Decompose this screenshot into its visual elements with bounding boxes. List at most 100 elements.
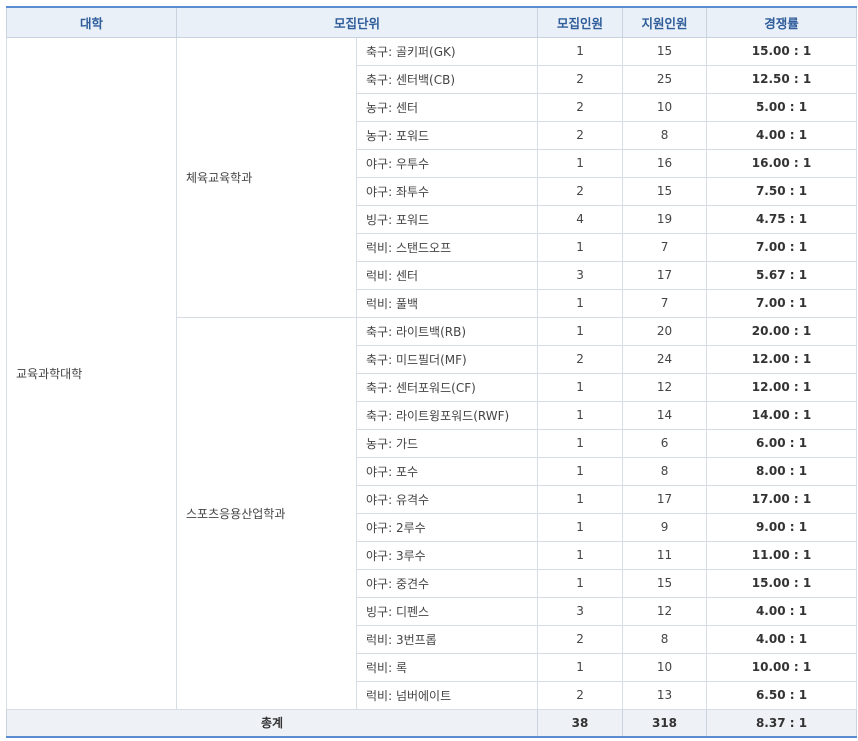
unit-cell: 축구: 미드필더(MF): [355, 344, 539, 374]
recruit-cell: 1: [537, 484, 624, 514]
department-cell: 스포츠응용산업학과: [176, 316, 357, 710]
recruit-cell: 1: [537, 148, 624, 178]
recruit-cell: 1: [537, 428, 624, 458]
header-recruit-count: 모집인원: [537, 6, 624, 38]
apply-cell: 7: [622, 288, 708, 318]
apply-cell: 12: [622, 372, 708, 402]
total-label: 총계: [5, 708, 539, 738]
ratio-cell: 11.00 : 1: [706, 540, 858, 570]
ratio-cell: 4.00 : 1: [706, 624, 858, 654]
recruit-cell: 1: [537, 652, 624, 682]
unit-cell: 축구: 라이트윙포워드(RWF): [355, 400, 539, 430]
recruit-cell: 2: [537, 680, 624, 710]
apply-cell: 8: [622, 120, 708, 150]
ratio-cell: 5.00 : 1: [706, 92, 858, 122]
ratio-cell: 12.00 : 1: [706, 372, 858, 402]
ratio-cell: 12.00 : 1: [706, 344, 858, 374]
apply-cell: 8: [622, 624, 708, 654]
apply-cell: 17: [622, 260, 708, 290]
unit-cell: 럭비: 3번프롭: [355, 624, 539, 654]
apply-cell: 25: [622, 64, 708, 94]
apply-cell: 13: [622, 680, 708, 710]
recruit-cell: 4: [537, 204, 624, 234]
table-body: 교육과학대학 체육교육학과 축구: 골키퍼(GK) 1 15 15.00 : 1 축구: 센…: [6, 36, 858, 710]
recruit-cell: 2: [537, 120, 624, 150]
college-cell: 교육과학대학: [6, 36, 177, 710]
apply-cell: 10: [622, 652, 708, 682]
ratio-cell: 16.00 : 1: [706, 148, 858, 178]
total-ratio: 8.37 : 1: [706, 708, 858, 738]
ratio-cell: 6.50 : 1: [706, 680, 858, 710]
ratio-cell: 7.00 : 1: [706, 232, 858, 262]
unit-cell: 럭비: 센터: [355, 260, 539, 290]
table-row: 교육과학대학 체육교육학과 축구: 골키퍼(GK) 1 15 15.00 : 1: [6, 36, 858, 710]
apply-cell: 9: [622, 512, 708, 542]
recruit-cell: 1: [537, 568, 624, 598]
unit-cell: 농구: 포워드: [355, 120, 539, 150]
recruit-cell: 3: [537, 260, 624, 290]
header-college: 대학: [6, 6, 177, 38]
apply-cell: 11: [622, 540, 708, 570]
unit-cell: 축구: 센터백(CB): [355, 64, 539, 94]
admissions-competition-table: 대학 모집단위 모집인원 지원인원 경쟁률 교육과학대학 체육교육학과 축구: 골키…: [5, 6, 858, 738]
total-apply: 318: [622, 708, 708, 738]
recruit-cell: 2: [537, 64, 624, 94]
apply-cell: 8: [622, 456, 708, 486]
apply-cell: 12: [622, 596, 708, 626]
apply-cell: 16: [622, 148, 708, 178]
apply-cell: 7: [622, 232, 708, 262]
ratio-cell: 12.50 : 1: [706, 64, 858, 94]
table-header-row: 대학 모집단위 모집인원 지원인원 경쟁률: [6, 6, 858, 38]
ratio-cell: 5.67 : 1: [706, 260, 858, 290]
ratio-cell: 20.00 : 1: [706, 316, 858, 346]
unit-cell: 빙구: 포워드: [355, 204, 539, 234]
apply-cell: 15: [622, 568, 708, 598]
unit-cell: 야구: 3루수: [355, 540, 539, 570]
department-cell: 체육교육학과: [176, 36, 357, 318]
recruit-cell: 1: [537, 540, 624, 570]
ratio-cell: 15.00 : 1: [706, 36, 858, 66]
recruit-cell: 1: [537, 232, 624, 262]
header-competition-ratio: 경쟁률: [706, 6, 858, 38]
header-recruit-unit: 모집단위: [175, 6, 539, 38]
unit-cell: 야구: 2루수: [355, 512, 539, 542]
apply-cell: 10: [622, 92, 708, 122]
ratio-cell: 14.00 : 1: [706, 400, 858, 430]
unit-cell: 야구: 중견수: [355, 568, 539, 598]
ratio-cell: 15.00 : 1: [706, 568, 858, 598]
recruit-cell: 2: [537, 176, 624, 206]
ratio-cell: 7.50 : 1: [706, 176, 858, 206]
recruit-cell: 1: [537, 512, 624, 542]
apply-cell: 14: [622, 400, 708, 430]
recruit-cell: 2: [537, 344, 624, 374]
recruit-cell: 1: [537, 316, 624, 346]
unit-cell: 야구: 포수: [355, 456, 539, 486]
unit-cell: 농구: 가드: [355, 428, 539, 458]
unit-cell: 럭비: 스탠드오프: [355, 232, 539, 262]
ratio-cell: 9.00 : 1: [706, 512, 858, 542]
unit-cell: 축구: 센터포워드(CF): [355, 372, 539, 402]
unit-cell: 야구: 우투수: [355, 148, 539, 178]
apply-cell: 24: [622, 344, 708, 374]
ratio-cell: 17.00 : 1: [706, 484, 858, 514]
apply-cell: 19: [622, 204, 708, 234]
apply-cell: 15: [622, 36, 708, 66]
unit-cell: 럭비: 록: [355, 652, 539, 682]
unit-cell: 럭비: 넘버에이트: [355, 680, 539, 710]
apply-cell: 15: [622, 176, 708, 206]
unit-cell: 축구: 라이트백(RB): [355, 316, 539, 346]
ratio-cell: 7.00 : 1: [706, 288, 858, 318]
apply-cell: 6: [622, 428, 708, 458]
apply-cell: 17: [622, 484, 708, 514]
recruit-cell: 2: [537, 92, 624, 122]
recruit-cell: 1: [537, 372, 624, 402]
recruit-cell: 2: [537, 624, 624, 654]
ratio-cell: 4.00 : 1: [706, 596, 858, 626]
header-applicant-count: 지원인원: [622, 6, 708, 38]
unit-cell: 축구: 골키퍼(GK): [355, 36, 539, 66]
recruit-cell: 1: [537, 456, 624, 486]
recruit-cell: 3: [537, 596, 624, 626]
admissions-table-container: 대학 모집단위 모집인원 지원인원 경쟁률 교육과학대학 체육교육학과 축구: 골키…: [5, 6, 858, 738]
recruit-cell: 1: [537, 36, 624, 66]
unit-cell: 럭비: 풀백: [355, 288, 539, 318]
